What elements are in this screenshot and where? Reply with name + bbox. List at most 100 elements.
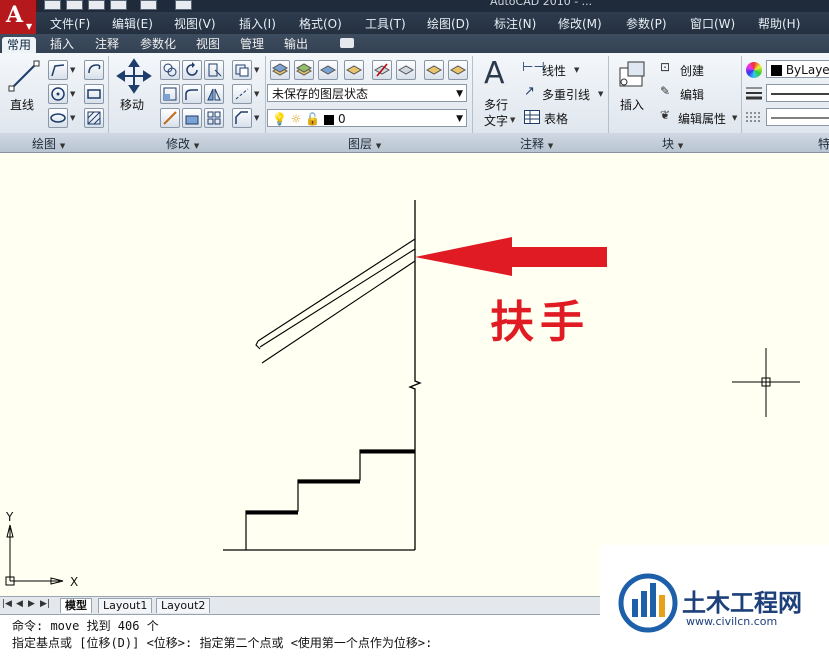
panel-title-draw[interactable]: 绘图 ▼ bbox=[32, 135, 65, 152]
layer-properties-icon[interactable] bbox=[270, 60, 290, 80]
application-menu-button[interactable]: A ▼ bbox=[0, 0, 37, 36]
prev-layout-icon[interactable]: ◀ bbox=[16, 599, 23, 609]
copy-icon[interactable] bbox=[160, 60, 180, 80]
layer-lock-icon[interactable] bbox=[424, 60, 444, 80]
tab-layout1[interactable]: Layout1 bbox=[98, 598, 153, 613]
tab-home[interactable]: 常用 bbox=[2, 37, 37, 53]
layer-states-icon[interactable] bbox=[294, 60, 314, 80]
new-icon[interactable] bbox=[44, 0, 61, 10]
ribbon-tabs: 常用 插入 注释 参数化 视图 管理 输出 bbox=[0, 34, 829, 53]
drawing-canvas[interactable]: 扶手 Y X bbox=[0, 153, 829, 596]
color-dropdown[interactable]: ByLayer bbox=[766, 60, 829, 78]
lineweight-icon[interactable] bbox=[746, 86, 762, 100]
hatch-icon[interactable] bbox=[84, 108, 104, 128]
panel-title-modify[interactable]: 修改 ▼ bbox=[166, 135, 199, 152]
menu-file[interactable]: 文件(F) bbox=[50, 15, 90, 32]
chevron-down-icon: ▼ bbox=[59, 142, 66, 150]
layer-state-dropdown[interactable]: 未保存的图层状态 ▼ bbox=[267, 84, 467, 102]
layer-color-swatch bbox=[324, 114, 335, 125]
chevron-down-icon[interactable]: ▼ bbox=[70, 114, 75, 122]
table-button[interactable]: 表格 bbox=[522, 108, 602, 128]
edit-block-button[interactable]: ✎ 编辑 bbox=[660, 84, 738, 104]
layer-off-icon[interactable] bbox=[396, 60, 416, 80]
color-wheel-icon[interactable] bbox=[746, 62, 762, 78]
circle-icon[interactable] bbox=[48, 84, 68, 104]
offset-icon[interactable] bbox=[160, 108, 180, 128]
menu-dimension[interactable]: 标注(N) bbox=[494, 15, 536, 32]
menu-edit[interactable]: 编辑(E) bbox=[112, 15, 153, 32]
array-icon[interactable] bbox=[204, 108, 224, 128]
panel-title-properties[interactable]: 特 bbox=[818, 135, 829, 152]
wall-line bbox=[408, 200, 422, 550]
redo-icon[interactable] bbox=[140, 0, 157, 10]
ellipse-icon[interactable] bbox=[48, 108, 68, 128]
insert-block-button[interactable]: 插入 bbox=[614, 58, 654, 118]
linetype-icon[interactable] bbox=[746, 110, 762, 124]
chamfer-icon[interactable] bbox=[232, 108, 252, 128]
tab-manage[interactable]: 管理 bbox=[240, 36, 264, 52]
line-button[interactable]: 直线 bbox=[6, 58, 42, 112]
rotate-icon[interactable] bbox=[182, 60, 202, 80]
trim-icon[interactable] bbox=[204, 60, 224, 80]
chevron-down-icon[interactable]: ▼ bbox=[254, 66, 259, 74]
open-icon[interactable] bbox=[66, 0, 83, 10]
layer-isolate-icon[interactable] bbox=[318, 60, 338, 80]
explode-icon[interactable] bbox=[232, 84, 252, 104]
polyline-icon[interactable] bbox=[48, 60, 68, 80]
menu-modify[interactable]: 修改(M) bbox=[558, 15, 602, 32]
menu-parametric[interactable]: 参数(P) bbox=[626, 15, 667, 32]
linetype-dropdown[interactable] bbox=[766, 108, 829, 126]
lineweight-dropdown[interactable] bbox=[766, 84, 829, 102]
create-block-button[interactable]: ⊡ 创建 bbox=[660, 60, 738, 80]
first-layout-icon[interactable]: |◀ bbox=[2, 599, 12, 609]
current-layer-dropdown[interactable]: 💡 ☼ 🔓 0 ▼ bbox=[267, 109, 467, 127]
tab-model[interactable]: 模型 bbox=[60, 598, 92, 613]
menu-window[interactable]: 窗口(W) bbox=[690, 15, 735, 32]
multiline-text-button[interactable]: A 多行 文字 ▼ bbox=[478, 56, 518, 128]
ribbon-minimize-button[interactable] bbox=[340, 38, 354, 48]
linear-dimension-button[interactable]: ⊢⊣ 线性 ▼ bbox=[522, 60, 602, 80]
linear-label: 线性 bbox=[542, 64, 567, 78]
tab-output[interactable]: 输出 bbox=[284, 36, 308, 52]
chevron-down-icon[interactable]: ▼ bbox=[254, 114, 259, 122]
fillet-icon[interactable] bbox=[182, 108, 202, 128]
undo-icon[interactable] bbox=[110, 0, 127, 10]
stretch-icon[interactable] bbox=[160, 84, 180, 104]
next-layout-icon[interactable]: ▶ bbox=[28, 599, 35, 609]
annotation-arrow bbox=[415, 237, 607, 276]
plot-icon[interactable] bbox=[175, 0, 192, 10]
command-window[interactable]: 命令: move 找到 406 个 指定基点或 [位移(D)] <位移>: 指定… bbox=[0, 614, 600, 660]
panel-title-annotation[interactable]: 注释 ▼ bbox=[520, 135, 553, 152]
create-label: 创建 bbox=[680, 64, 705, 78]
menu-tools[interactable]: 工具(T) bbox=[365, 15, 406, 32]
tab-layout2[interactable]: Layout2 bbox=[156, 598, 211, 613]
multileader-button[interactable]: ↗ 多重引线 ▼ bbox=[522, 84, 606, 104]
tab-insert[interactable]: 插入 bbox=[50, 36, 74, 52]
edit-attribute-button[interactable]: ❦ 编辑属性 ▼ bbox=[660, 108, 742, 128]
erase-icon[interactable] bbox=[232, 60, 252, 80]
scale-icon[interactable] bbox=[182, 84, 202, 104]
arc-icon[interactable] bbox=[84, 60, 104, 80]
mirror-icon[interactable] bbox=[204, 84, 224, 104]
tab-view[interactable]: 视图 bbox=[196, 36, 220, 52]
menu-help[interactable]: 帮助(H) bbox=[758, 15, 800, 32]
chevron-down-icon[interactable]: ▼ bbox=[70, 66, 75, 74]
panel-title-block[interactable]: 块 ▼ bbox=[662, 135, 683, 152]
panel-title-layers[interactable]: 图层 ▼ bbox=[348, 135, 381, 152]
menu-draw[interactable]: 绘图(D) bbox=[427, 15, 470, 32]
chevron-down-icon[interactable]: ▼ bbox=[70, 90, 75, 98]
rectangle-icon[interactable] bbox=[84, 84, 104, 104]
last-layout-icon[interactable]: ▶| bbox=[40, 599, 50, 609]
menu-format[interactable]: 格式(O) bbox=[299, 15, 342, 32]
layer-freeze-icon[interactable] bbox=[372, 60, 392, 80]
menu-view[interactable]: 视图(V) bbox=[174, 15, 216, 32]
chevron-down-icon[interactable]: ▼ bbox=[254, 90, 259, 98]
tab-parametric[interactable]: 参数化 bbox=[140, 36, 176, 52]
mtext-label-1: 多行 bbox=[484, 98, 509, 112]
move-button[interactable]: 移动 bbox=[116, 58, 152, 112]
layer-unlock-icon[interactable] bbox=[448, 60, 468, 80]
tab-annotate[interactable]: 注释 bbox=[95, 36, 119, 52]
save-icon[interactable] bbox=[88, 0, 105, 10]
layer-previous-icon[interactable] bbox=[344, 60, 364, 80]
menu-insert[interactable]: 插入(I) bbox=[239, 15, 276, 32]
